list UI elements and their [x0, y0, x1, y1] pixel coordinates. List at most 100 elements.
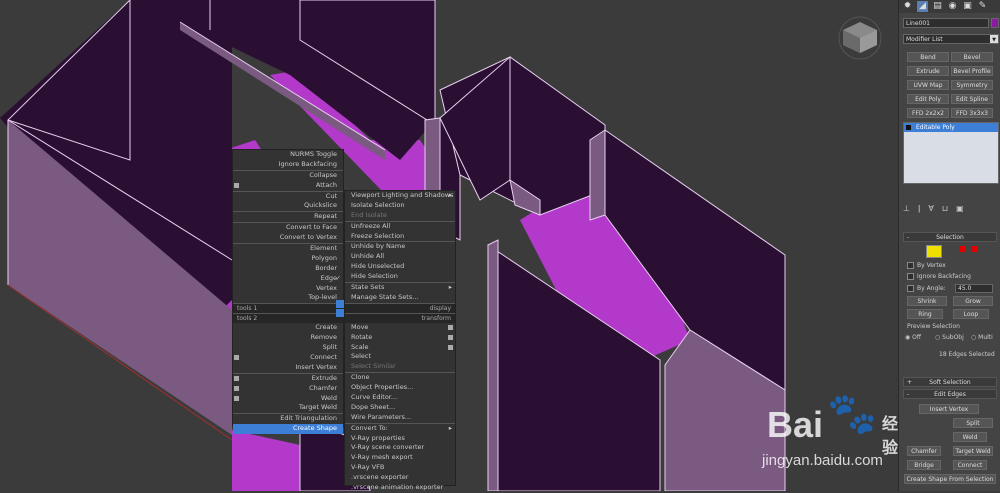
- menu-item-vrscene-animation-exporter[interactable]: .vrscene animation exporter: [345, 483, 455, 493]
- menu-item-create[interactable]: Create: [233, 323, 343, 333]
- configure-sets-icon[interactable]: ▣: [956, 204, 972, 213]
- settings-box-icon[interactable]: [234, 375, 239, 381]
- settings-box-icon[interactable]: [448, 334, 453, 340]
- menu-item-move[interactable]: Move: [345, 323, 455, 333]
- menu-item-extrude[interactable]: Extrude: [233, 372, 343, 384]
- menu-item-convert-to-vertex[interactable]: Convert to Vertex: [233, 233, 343, 243]
- menu-item-remove[interactable]: Remove: [233, 333, 343, 343]
- ignore-backfacing-checkbox[interactable]: Ignore Backfacing: [907, 273, 971, 280]
- menu-item-collapse[interactable]: Collapse: [233, 169, 343, 181]
- by-vertex-checkbox[interactable]: By Vertex: [907, 262, 946, 269]
- quad-switch-icon[interactable]: [336, 309, 344, 317]
- menu-item-unfreeze-all[interactable]: Unfreeze All: [345, 220, 455, 232]
- settings-box-icon[interactable]: [234, 182, 239, 188]
- menu-item-freeze-selection[interactable]: Freeze Selection: [345, 232, 455, 242]
- edit-spline-button[interactable]: Edit Spline: [951, 94, 993, 104]
- quad-switch-icon[interactable]: [336, 300, 344, 308]
- preview-subobj-radio[interactable]: ○ SubObj: [935, 334, 964, 341]
- stack-item-editable-poly[interactable]: Editable Poly: [904, 123, 998, 132]
- menu-item-rotate[interactable]: Rotate: [345, 333, 455, 343]
- menu-item-vray-vfb[interactable]: V-Ray VFB: [345, 463, 455, 473]
- settings-box-icon[interactable]: [448, 324, 453, 330]
- menu-item-edge[interactable]: Edge ✓: [233, 274, 343, 284]
- edit-edges-rollout-header[interactable]: - Edit Edges: [903, 389, 997, 399]
- modifier-list-dropdown[interactable]: Modifier List ▼: [903, 34, 999, 44]
- menu-item-weld[interactable]: Weld: [233, 394, 343, 404]
- menu-item-object-properties[interactable]: Object Properties...: [345, 383, 455, 393]
- make-unique-icon[interactable]: ∀: [928, 204, 941, 213]
- create-shape-button[interactable]: Create Shape From Selection: [904, 474, 996, 484]
- menu-item-top-level[interactable]: Top-level: [233, 293, 343, 303]
- ring-button[interactable]: Ring: [907, 309, 943, 319]
- soft-selection-rollout-header[interactable]: + Soft Selection: [903, 377, 997, 387]
- polygon-mode-icon[interactable]: [959, 246, 965, 252]
- menu-item-state-sets[interactable]: State Sets ▸: [345, 282, 455, 293]
- settings-box-icon[interactable]: [234, 385, 239, 391]
- menu-item-unhide-by-name[interactable]: Unhide by Name: [345, 241, 455, 252]
- pin-stack-icon[interactable]: ⊥: [903, 204, 918, 213]
- ffd-2x2x2-button[interactable]: FFD 2x2x2: [907, 108, 949, 118]
- preview-multi-radio[interactable]: ○ Multi: [971, 334, 993, 341]
- bevel-profile-button[interactable]: Bevel Profile: [951, 66, 993, 76]
- split-button[interactable]: Split: [953, 418, 993, 428]
- target-weld-button[interactable]: Target Weld: [953, 446, 993, 456]
- display-tab-icon[interactable]: ▣: [962, 1, 973, 12]
- grow-button[interactable]: Grow: [953, 296, 993, 306]
- menu-item-cut[interactable]: Cut: [233, 190, 343, 202]
- chamfer-button[interactable]: Chamfer: [907, 446, 941, 456]
- menu-item-target-weld[interactable]: Target Weld: [233, 403, 343, 413]
- menu-item-element[interactable]: Element: [233, 243, 343, 254]
- edge-mode-icon[interactable]: [926, 245, 942, 258]
- symmetry-button[interactable]: Symmetry: [951, 80, 993, 90]
- connect-button[interactable]: Connect: [953, 460, 987, 470]
- preview-off-radio[interactable]: ◉ Off: [905, 334, 921, 341]
- menu-item-ignore-backfacing[interactable]: Ignore Backfacing: [233, 160, 343, 170]
- menu-item-split[interactable]: Split: [233, 343, 343, 353]
- bridge-button[interactable]: Bridge: [907, 460, 941, 470]
- remove-modifier-icon[interactable]: ⊔: [942, 204, 956, 213]
- menu-item-border[interactable]: Border: [233, 264, 343, 274]
- bevel-button[interactable]: Bevel: [951, 52, 993, 62]
- insert-vertex-button[interactable]: Insert Vertex: [919, 404, 979, 414]
- menu-item-clone[interactable]: Clone: [345, 372, 455, 383]
- modify-tab-icon[interactable]: ◢: [917, 1, 928, 12]
- by-angle-checkbox[interactable]: By Angle:: [907, 285, 946, 292]
- menu-item-create-shape[interactable]: Create Shape: [233, 424, 343, 435]
- menu-item-vray-scene-converter[interactable]: V-Ray scene converter: [345, 443, 455, 453]
- shrink-button[interactable]: Shrink: [907, 296, 947, 306]
- element-mode-icon[interactable]: [971, 246, 977, 252]
- menu-item-connect[interactable]: Connect: [233, 353, 343, 363]
- menu-item-vray-properties[interactable]: V-Ray properties: [345, 434, 455, 444]
- create-tab-icon[interactable]: ✹: [902, 1, 913, 12]
- utilities-tab-icon[interactable]: ✎: [977, 1, 988, 12]
- extrude-button[interactable]: Extrude: [907, 66, 949, 76]
- settings-box-icon[interactable]: [234, 395, 239, 401]
- menu-item-wire-parameters[interactable]: Wire Parameters...: [345, 413, 455, 423]
- menu-item-chamfer[interactable]: Chamfer: [233, 384, 343, 394]
- stack-expand-icon[interactable]: [906, 125, 911, 130]
- menu-item-convert-to[interactable]: Convert To: ▸: [345, 422, 455, 434]
- menu-item-select[interactable]: Select: [345, 352, 455, 362]
- object-color-swatch[interactable]: [991, 18, 999, 28]
- show-end-result-icon[interactable]: ǀ: [918, 204, 928, 213]
- weld-button[interactable]: Weld: [953, 432, 987, 442]
- menu-item-vertex[interactable]: Vertex: [233, 284, 343, 294]
- bend-button[interactable]: Bend: [907, 52, 949, 62]
- settings-box-icon[interactable]: [448, 344, 453, 350]
- selection-rollout-header[interactable]: - Selection: [903, 232, 997, 242]
- object-name-field[interactable]: Line001: [903, 18, 989, 28]
- menu-item-curve-editor[interactable]: Curve Editor...: [345, 393, 455, 403]
- menu-item-dope-sheet[interactable]: Dope Sheet...: [345, 403, 455, 413]
- menu-item-insert-vertex[interactable]: Insert Vertex: [233, 363, 343, 373]
- menu-item-nurms-toggle[interactable]: NURMS Toggle: [233, 150, 343, 160]
- hierarchy-tab-icon[interactable]: ▤: [932, 1, 943, 12]
- edit-poly-button[interactable]: Edit Poly: [907, 94, 949, 104]
- settings-box-icon[interactable]: [234, 355, 239, 361]
- menu-item-convert-to-face[interactable]: Convert to Face: [233, 222, 343, 233]
- ffd-3x3x3-button[interactable]: FFD 3x3x3: [951, 108, 993, 118]
- menu-item-manage-state-sets[interactable]: Manage State Sets...: [345, 293, 455, 303]
- menu-item-scale[interactable]: Scale: [345, 343, 455, 353]
- menu-item-isolate-selection[interactable]: Isolate Selection: [345, 201, 455, 211]
- menu-item-unhide-all[interactable]: Unhide All: [345, 252, 455, 262]
- menu-item-attach[interactable]: Attach: [233, 181, 343, 191]
